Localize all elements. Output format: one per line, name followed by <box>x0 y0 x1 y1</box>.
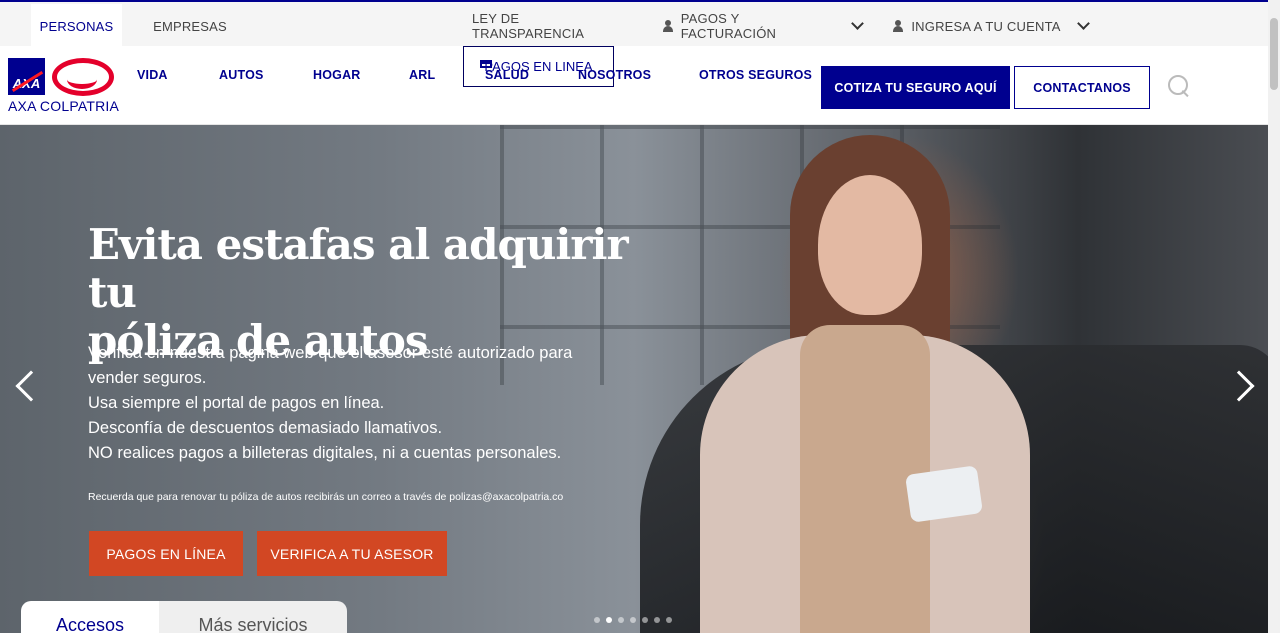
pagos-en-linea-cta[interactable]: PAGOS EN LÍNEA <box>89 531 243 576</box>
hero-carousel: Evita estafas al adquirir tu póliza de a… <box>0 125 1268 633</box>
scrollbar-thumb[interactable] <box>1270 18 1278 90</box>
hero-title-line: Evita estafas al adquirir tu <box>88 220 629 317</box>
colpatria-logo-mark <box>52 58 114 96</box>
carousel-dot[interactable] <box>606 617 612 623</box>
page-scrollbar[interactable] <box>1268 0 1280 633</box>
nav-item-otros-seguros[interactable]: OTROS SEGUROS <box>699 68 812 82</box>
pagos-facturacion-dropdown[interactable]: PAGOS Y FACTURACIÓN <box>662 4 864 48</box>
cotiza-seguro-button[interactable]: COTIZA TU SEGURO AQUÍ <box>821 66 1010 109</box>
tab-personas[interactable]: PERSONAS <box>31 4 122 48</box>
contactanos-button[interactable]: CONTACTANOS <box>1014 66 1150 109</box>
credit-card-icon <box>480 60 492 68</box>
axa-colpatria-logo[interactable]: AXA AXA COLPATRIA <box>8 58 120 116</box>
hero-content: Evita estafas al adquirir tu póliza de a… <box>88 125 688 633</box>
nav-item-vida[interactable]: VIDA <box>137 68 168 82</box>
chevron-down-icon <box>1076 17 1090 30</box>
hero-line: Usa siempre el portal de pagos en línea. <box>88 394 385 412</box>
services-tabs: Accesos Más servicios <box>21 601 347 633</box>
user-icon <box>892 20 905 32</box>
tab-empresas[interactable]: EMPRESAS <box>147 4 233 48</box>
hero-phone-image <box>905 465 983 523</box>
hero-line: vender seguros. <box>88 369 207 387</box>
main-nav: AXA AXA COLPATRIA VIDA AUTOS HOGAR ARL P… <box>0 46 1268 125</box>
hero-line: NO realices pagos a billeteras digitales… <box>88 444 562 462</box>
nav-item-autos[interactable]: AUTOS <box>219 68 264 82</box>
carousel-dot[interactable] <box>666 617 672 623</box>
carousel-dot[interactable] <box>594 617 600 623</box>
ley-transparencia-link[interactable]: LEY DE TRANSPARENCIA <box>472 4 634 48</box>
nav-item-hogar[interactable]: HOGAR <box>313 68 361 82</box>
carousel-dot[interactable] <box>618 617 624 623</box>
carousel-dot[interactable] <box>654 617 660 623</box>
ingresa-cuenta-label: INGRESA A TU CUENTA <box>911 18 1061 34</box>
verifica-asesor-cta[interactable]: VERIFICA A TU ASESOR <box>257 531 447 576</box>
ingresa-cuenta-dropdown[interactable]: INGRESA A TU CUENTA <box>890 4 1090 48</box>
hero-line: Desconfía de descuentos demasiado llamat… <box>88 419 443 437</box>
hero-line: Verifica en nuestra página web que el as… <box>88 344 573 362</box>
tab-mas-servicios[interactable]: Más servicios <box>159 601 347 633</box>
carousel-dot[interactable] <box>630 617 636 623</box>
carousel-dots <box>594 617 672 623</box>
hero-note: Recuerda que para renovar tu póliza de a… <box>88 491 564 503</box>
tab-accesos[interactable]: Accesos <box>21 601 159 633</box>
carousel-prev-arrow-icon[interactable] <box>15 370 47 402</box>
pagos-facturacion-label: PAGOS Y FACTURACIÓN <box>680 11 777 41</box>
chevron-down-icon <box>851 17 864 30</box>
carousel-dot[interactable] <box>642 617 648 623</box>
hero-description: Verifica en nuestra página web que el as… <box>88 341 608 466</box>
search-icon[interactable] <box>1168 75 1192 99</box>
nav-item-arl[interactable]: ARL <box>409 68 435 82</box>
hero-woman-face <box>818 175 922 315</box>
axa-logo-mark: AXA <box>8 58 45 95</box>
logo-text: AXA COLPATRIA <box>8 98 120 114</box>
user-icon <box>662 20 675 32</box>
top-bar: PERSONAS EMPRESAS LEY DE TRANSPARENCIA P… <box>0 0 1268 48</box>
nav-item-nosotros[interactable]: NOSOTROS <box>578 68 651 82</box>
nav-item-salud[interactable]: SALUD <box>485 68 529 82</box>
